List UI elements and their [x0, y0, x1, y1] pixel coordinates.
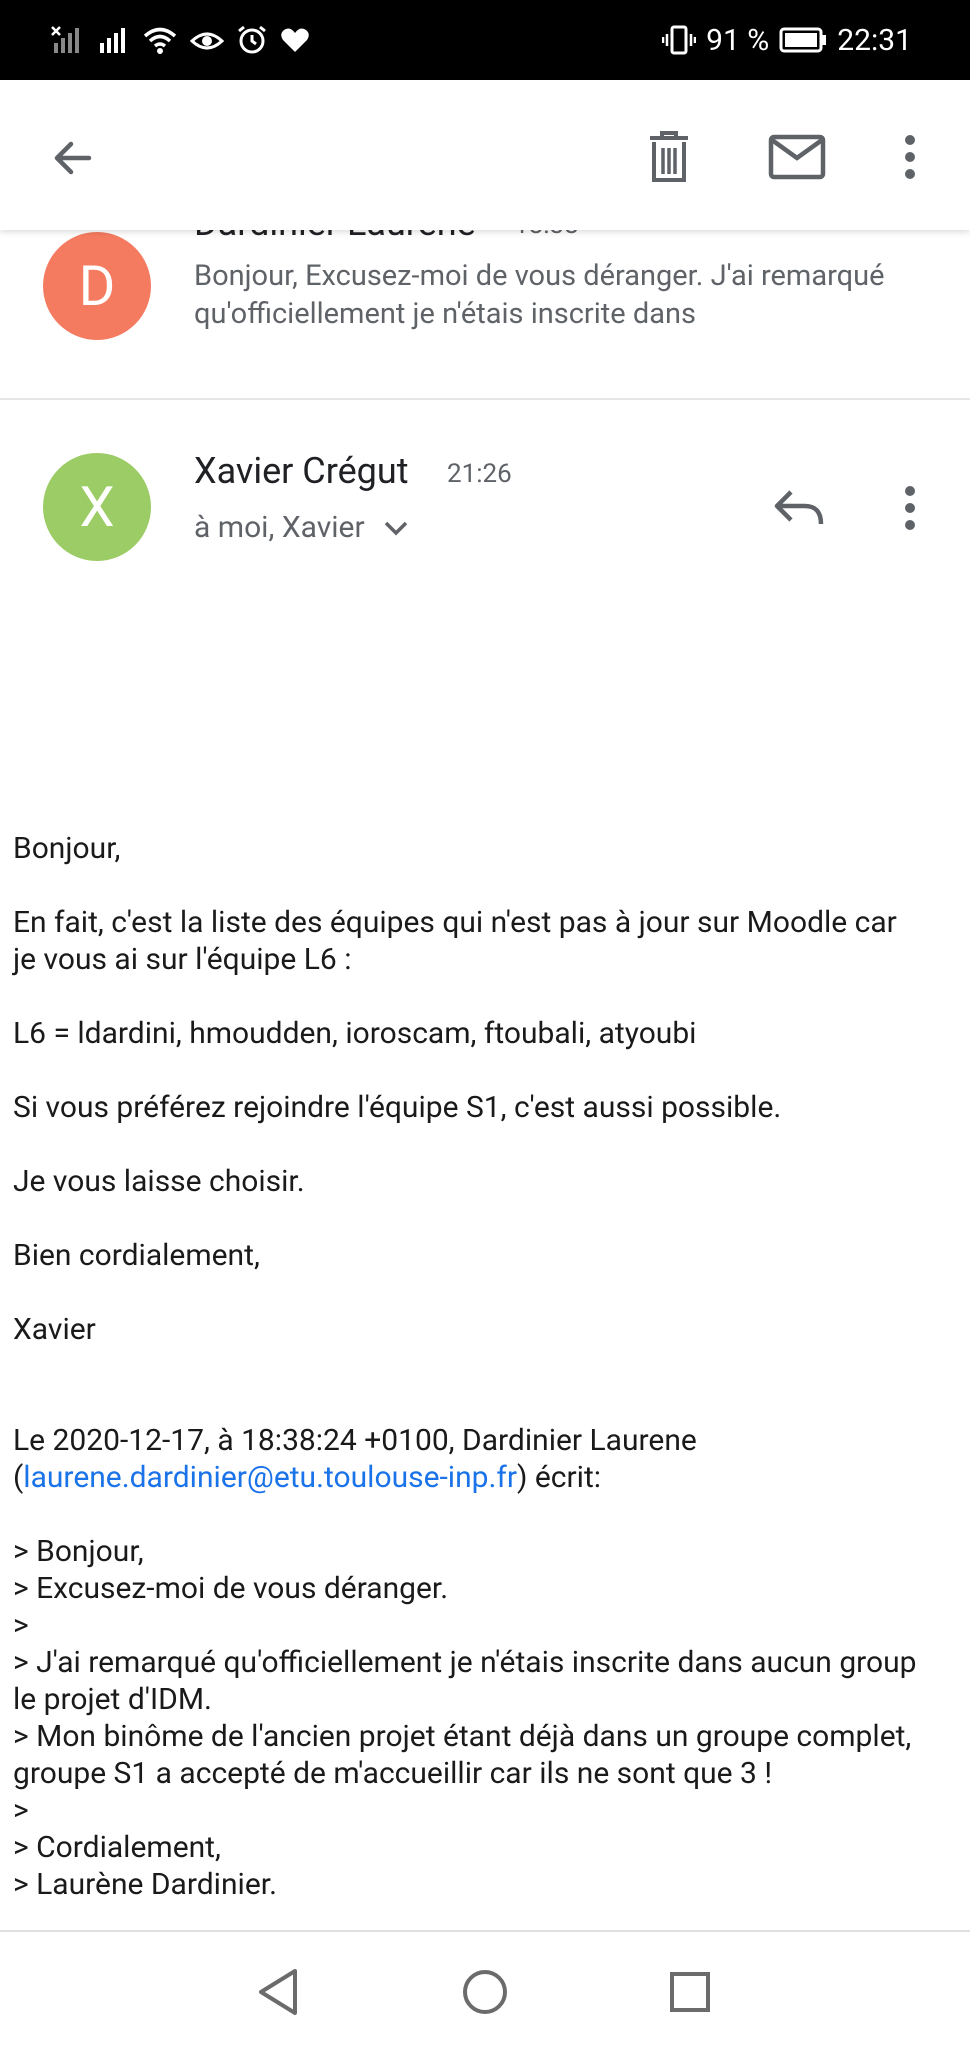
more-vert-icon: [905, 135, 915, 179]
status-left-icons: [0, 24, 310, 56]
quote-paren-open: (: [13, 1460, 24, 1495]
mail-icon: [768, 134, 826, 180]
wifi-icon: [142, 25, 178, 55]
previous-message-time: 18:38: [514, 230, 579, 240]
delete-button[interactable]: [634, 122, 704, 192]
message-body: Bonjour, En fait, c'est la liste des équ…: [13, 830, 970, 1903]
team-line: L6 = ldardini, hmoudden, ioroscam, ftoub…: [13, 1016, 697, 1051]
status-bar: 91 % 22:31: [0, 0, 970, 80]
message-toolbar: [0, 80, 970, 230]
quote-line: > Mon binôme de l'ancien projet étant dé…: [13, 1719, 912, 1754]
quote-header-line: Le 2020-12-17, à 18:38:24 +0100, Dardini…: [13, 1423, 697, 1458]
nav-recents-button[interactable]: [660, 1962, 720, 2022]
quote-line: groupe S1 a accepté de m'accueillir car …: [13, 1756, 773, 1791]
trash-icon: [650, 131, 688, 182]
heart-icon: [280, 26, 310, 54]
signature: Xavier: [13, 1312, 96, 1347]
avatar-xavier: X: [43, 453, 151, 561]
quote-line: >: [13, 1608, 29, 1643]
status-time: 22:31: [837, 22, 912, 58]
vibrate-icon: [662, 24, 697, 56]
battery-icon: [779, 27, 827, 53]
body-line: En fait, c'est la liste des équipes qui …: [13, 905, 897, 940]
recipient-details[interactable]: à moi, Xavier: [194, 510, 409, 545]
quote-line: > Laurène Dardinier.: [13, 1867, 278, 1902]
quote-header: Le 2020-12-17, à 18:38:24 +0100, Dardini…: [13, 1422, 970, 1496]
sender-name: Xavier Crégut: [194, 450, 409, 492]
body-line: je vous ai sur l'équipe L6 :: [13, 942, 352, 977]
email-link[interactable]: laurene.dardinier@etu.toulouse-inp.fr: [23, 1460, 517, 1495]
collapsed-message[interactable]: D Dardinier Laurene 18:38 Bonjour, Excus…: [0, 230, 970, 398]
square-recents-icon: [670, 1972, 710, 2012]
status-right-icons: 91 % 22:31: [662, 23, 970, 58]
greeting: Bonjour,: [13, 831, 121, 866]
quote-line: le projet d'IDM.: [13, 1682, 212, 1717]
body-paragraph: Je vous laisse choisir.: [13, 1164, 305, 1199]
battery-percent: 91 %: [706, 22, 770, 58]
previous-sender-name: Dardinier Laurene: [194, 230, 476, 244]
more-options-button[interactable]: [880, 122, 940, 192]
avatar-dardinier: D: [43, 232, 151, 340]
reply-icon: [774, 490, 824, 525]
quote-line: >: [13, 1793, 29, 1828]
avatar-letter: D: [78, 253, 116, 319]
system-nav-bar: [0, 1932, 970, 2048]
body-paragraph: Si vous préférez rejoindre l'équipe S1, …: [13, 1090, 782, 1125]
message-divider: [0, 398, 970, 400]
alarm-icon: [236, 24, 268, 56]
signal-icon: [96, 25, 130, 55]
message-snippet: Bonjour, Excusez-moi de vous déranger. J…: [194, 259, 885, 331]
reply-button[interactable]: [762, 475, 836, 541]
quoted-text: > Bonjour, > Excusez-moi de vous dérange…: [13, 1533, 970, 1903]
message-more-button[interactable]: [880, 475, 940, 541]
circle-home-icon: [463, 1970, 507, 2014]
quote-line: > Cordialement,: [13, 1830, 221, 1865]
chevron-down-icon: [384, 521, 407, 535]
mark-unread-button[interactable]: [760, 122, 834, 192]
avatar-letter: X: [79, 474, 115, 540]
arrow-back-icon: [54, 141, 92, 175]
back-button[interactable]: [40, 125, 106, 191]
triangle-back-icon: [259, 1969, 297, 2015]
nav-home-button[interactable]: [455, 1962, 515, 2022]
no-signal-icon: [50, 25, 84, 55]
recipients-text: à moi, Xavier: [194, 510, 365, 545]
quote-header-tail: ) écrit:: [517, 1460, 602, 1495]
quote-line: > Bonjour,: [13, 1534, 144, 1569]
body-paragraph: En fait, c'est la liste des équipes qui …: [13, 904, 970, 978]
closing: Bien cordialement,: [13, 1238, 260, 1273]
quote-line: > Excusez-moi de vous déranger.: [13, 1571, 449, 1606]
eye-icon: [190, 25, 224, 55]
message-time: 21:26: [447, 459, 512, 489]
quote-line: > J'ai remarqué qu'officiellement je n'é…: [13, 1645, 917, 1680]
nav-back-button[interactable]: [248, 1962, 308, 2022]
more-vert-icon: [905, 486, 915, 530]
